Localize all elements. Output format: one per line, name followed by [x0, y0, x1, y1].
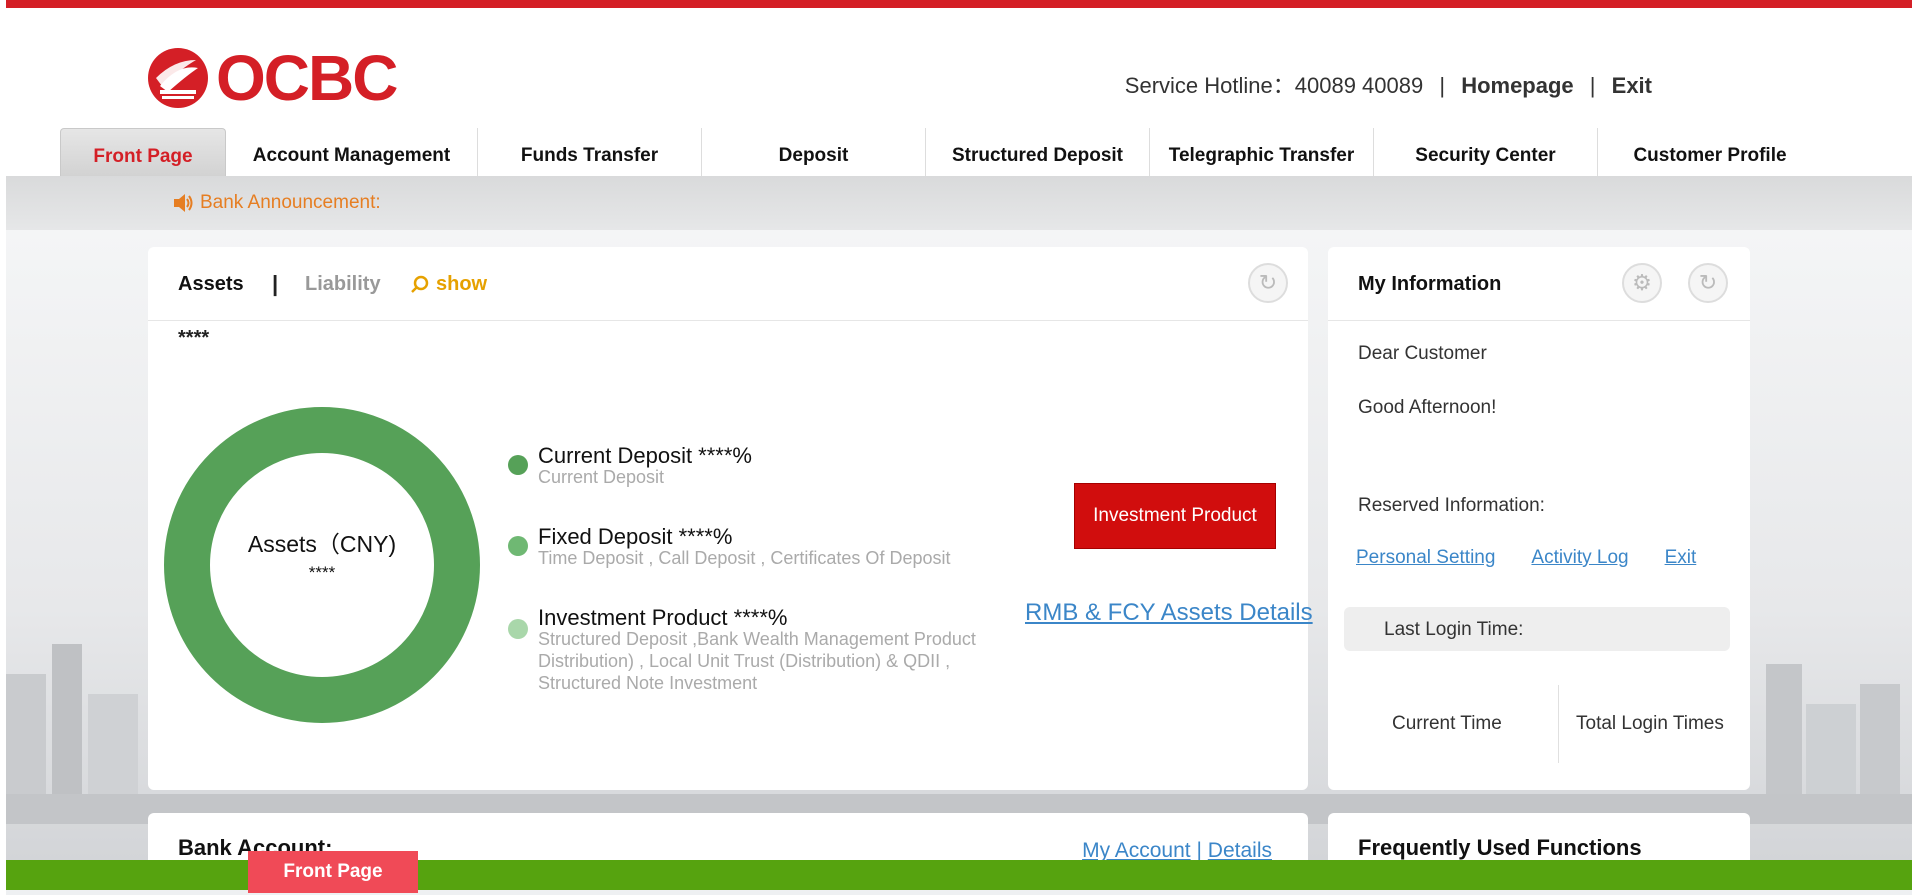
- separator: |: [1589, 73, 1596, 98]
- exit-link[interactable]: Exit: [1665, 547, 1697, 569]
- search-icon: [411, 275, 429, 293]
- gear-icon: ⚙: [1632, 270, 1652, 295]
- speaker-icon: [174, 194, 193, 212]
- legend-dot-investment: [508, 619, 528, 639]
- settings-button[interactable]: ⚙: [1622, 263, 1662, 303]
- assets-card-header: Assets | Liability show ↻: [148, 247, 1308, 321]
- donut-value: ****: [308, 563, 336, 582]
- announcement-bar: Bank Announcement:: [6, 176, 1912, 230]
- info-links: Personal Setting Activity Log Exit: [1356, 547, 1696, 569]
- legend-dot-current: [508, 455, 528, 475]
- hotline-number: 40089 40089: [1294, 73, 1424, 98]
- refresh-icon: ↻: [1698, 270, 1718, 295]
- last-login-box: Last Login Time:: [1344, 607, 1730, 651]
- legend-dot-fixed: [508, 536, 528, 556]
- logo-text: OCBC: [216, 42, 398, 114]
- investment-product-button[interactable]: Investment Product: [1074, 483, 1276, 549]
- assets-card: Assets | Liability show ↻ **** Assets（CN…: [148, 247, 1313, 790]
- bottom-front-page-tab[interactable]: Front Page: [248, 851, 418, 893]
- personal-setting-link[interactable]: Personal Setting: [1356, 547, 1495, 569]
- ocbc-logo[interactable]: OCBC: [146, 38, 406, 118]
- tab-separator: |: [272, 271, 279, 296]
- refresh-icon: ↻: [1258, 270, 1278, 295]
- announcement: Bank Announcement:: [172, 192, 381, 214]
- donut-label: Assets（CNY): [247, 531, 397, 557]
- show-label: show: [436, 273, 488, 295]
- frequent-functions-title: Frequently Used Functions: [1358, 835, 1642, 860]
- separator: |: [1196, 839, 1202, 862]
- reserved-information: Reserved Information:: [1358, 495, 1545, 516]
- assets-details-link[interactable]: RMB & FCY Assets Details: [1025, 599, 1313, 627]
- refresh-assets-button[interactable]: ↻: [1248, 263, 1288, 303]
- header: OCBC Service Hotline：40089 40089 | Homep…: [6, 8, 1912, 184]
- activity-log-link[interactable]: Activity Log: [1531, 547, 1628, 569]
- legend-fixed-sub: Time Deposit , Call Deposit , Certificat…: [538, 548, 951, 568]
- stat-divider: [1558, 685, 1559, 763]
- greeting-customer: Dear Customer: [1358, 343, 1487, 364]
- hotline-label: Service Hotline：: [1124, 73, 1295, 98]
- info-title: My Information: [1358, 273, 1502, 295]
- legend-current-sub: Current Deposit: [538, 467, 665, 487]
- greeting-afternoon: Good Afternoon!: [1358, 397, 1497, 418]
- top-red-bar: [6, 0, 1912, 8]
- top-links: Service Hotline：40089 40089 | Homepage |…: [1125, 68, 1652, 100]
- total-login-times-label: Total Login Times: [1576, 713, 1724, 734]
- legend-investment-sub: Structured Deposit ,Bank Wealth Manageme…: [538, 629, 976, 693]
- separator: |: [1439, 73, 1446, 98]
- page-frame: OCBC Service Hotline：40089 40089 | Homep…: [6, 0, 1912, 895]
- total-assets-value: ****: [178, 327, 210, 349]
- details-link[interactable]: Details: [1208, 839, 1272, 862]
- refresh-info-button[interactable]: ↻: [1688, 263, 1728, 303]
- info-card-header: My Information ⚙ ↻: [1328, 247, 1750, 321]
- show-toggle[interactable]: show: [410, 273, 487, 296]
- announcement-label: Bank Announcement:: [200, 192, 381, 213]
- exit-link[interactable]: Exit: [1612, 73, 1652, 98]
- tab-liability[interactable]: Liability: [305, 273, 381, 296]
- ocbc-emblem-icon: [148, 48, 208, 108]
- homepage-link[interactable]: Homepage: [1461, 73, 1573, 98]
- my-account-link[interactable]: My Account: [1082, 839, 1191, 862]
- my-information-card: My Information ⚙ ↻ Dear Customer Good Af…: [1328, 247, 1750, 790]
- last-login-label: Last Login Time:: [1384, 619, 1524, 640]
- current-time-label: Current Time: [1392, 713, 1502, 734]
- tab-assets[interactable]: Assets: [178, 273, 244, 296]
